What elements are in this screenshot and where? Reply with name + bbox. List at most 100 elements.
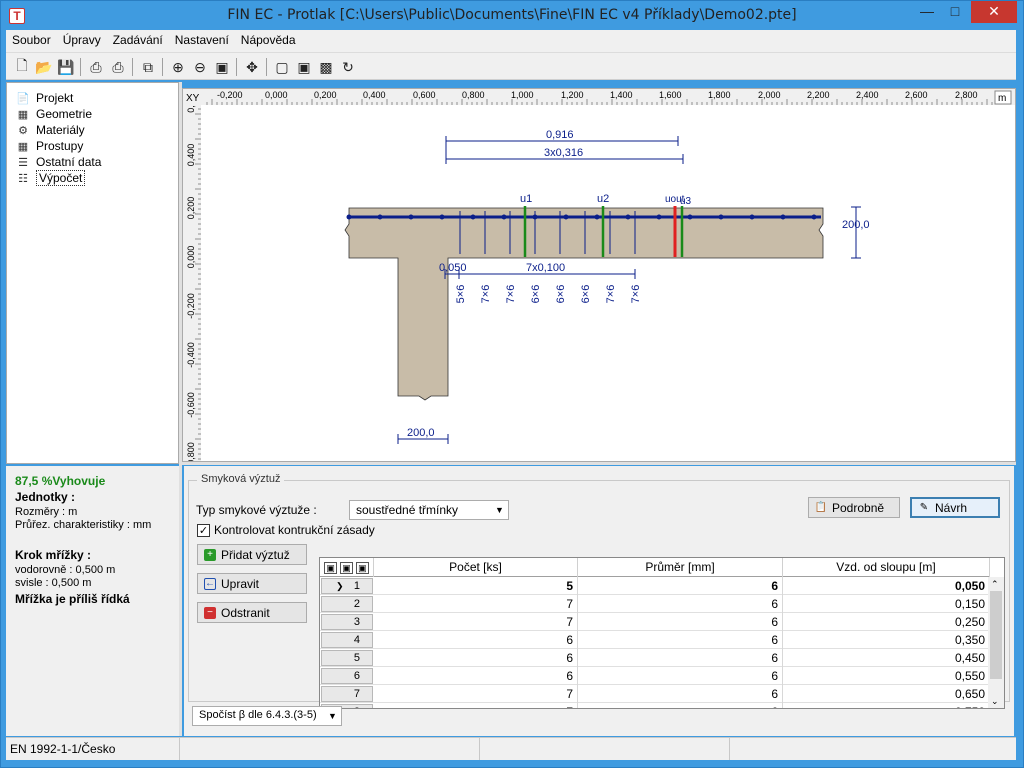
cell-count[interactable]: 7 [374, 703, 578, 708]
dim-top1: 0,916 [546, 129, 574, 141]
cell-diameter[interactable]: 6 [578, 649, 783, 667]
table-row[interactable]: 2 7 6 0,150 [320, 595, 990, 613]
row-header[interactable]: 4 [321, 632, 373, 648]
cell-count[interactable]: 5 [374, 577, 578, 595]
add-icon: + [204, 548, 216, 561]
nav-materialy[interactable]: ⚙ Materiály [15, 122, 85, 138]
table-row[interactable]: 4 6 6 0,350 [320, 631, 990, 649]
row-header[interactable]: 2 [321, 596, 373, 612]
row-header[interactable]: ❯ 1 [321, 578, 373, 594]
zoom-window-icon[interactable]: ▣ [212, 57, 232, 77]
scroll-down-icon[interactable]: ⌄ [991, 696, 999, 707]
full-view-icon[interactable]: ▩ [316, 57, 336, 77]
design-button[interactable]: ✎ Návrh [910, 497, 1000, 518]
cell-distance[interactable]: 0,650 [783, 685, 990, 703]
details-button[interactable]: 📋 Podrobně [808, 497, 900, 518]
nav-prostupy[interactable]: ▦ Prostupy [15, 138, 84, 154]
cell-diameter[interactable]: 6 [578, 577, 783, 595]
scroll-up-icon[interactable]: ⌃ [991, 579, 999, 590]
table-row[interactable]: 7 7 6 0,650 [320, 685, 990, 703]
table-row[interactable]: 5 6 6 0,450 [320, 649, 990, 667]
check-rules[interactable]: ✓ Kontrolovat kontrukční zásady [197, 523, 375, 537]
row-header[interactable]: 5 [321, 650, 373, 666]
close-button[interactable]: ✕ [971, 1, 1017, 23]
zoom-in-icon[interactable]: ⊕ [168, 57, 188, 77]
pan-icon[interactable]: ✥ [242, 57, 262, 77]
grid-vertical: svisle : 0,500 m [15, 577, 92, 589]
menu-nastaveni[interactable]: Nastavení [169, 30, 235, 47]
menu-upravy[interactable]: Úpravy [57, 30, 107, 47]
nav-projekt[interactable]: 📄 Projekt [15, 90, 73, 106]
cell-diameter[interactable]: 6 [578, 631, 783, 649]
nav-ostatni-data[interactable]: ☰ Ostatní data [15, 154, 101, 170]
cell-distance[interactable]: 0,350 [783, 631, 990, 649]
header-diameter[interactable]: Průměr [mm] [578, 558, 783, 577]
y-tick-label: -0,400 [186, 342, 196, 368]
cell-distance[interactable]: 0,050 [783, 577, 990, 595]
new-icon[interactable]: 🗋 [12, 57, 32, 77]
print-icon[interactable]: ⎙ [86, 57, 106, 77]
horizontal-splitter[interactable] [182, 462, 1016, 465]
cell-diameter[interactable]: 6 [578, 685, 783, 703]
table-row[interactable]: 6 6 6 0,550 [320, 667, 990, 685]
cell-distance[interactable]: 0,450 [783, 649, 990, 667]
cell-distance[interactable]: 0,250 [783, 613, 990, 631]
edit-label: Upravit [221, 576, 260, 591]
dim-right: 200,0 [842, 219, 870, 231]
cell-diameter[interactable]: 6 [578, 667, 783, 685]
edit-button[interactable]: ← Upravit [197, 573, 307, 594]
fit-frame-icon[interactable]: ▣ [294, 57, 314, 77]
menu-zadavani[interactable]: Zadávání [107, 30, 169, 47]
scroll-thumb[interactable] [990, 591, 1002, 679]
header-distance[interactable]: Vzd. od sloupu [m] [783, 558, 990, 577]
cell-count[interactable]: 6 [374, 631, 578, 649]
cell-distance[interactable]: 0,750 [783, 703, 990, 708]
row-header[interactable]: 7 [321, 686, 373, 702]
design-label: Návrh [935, 500, 968, 515]
delete-button[interactable]: − Odstranit [197, 602, 307, 623]
maximize-button[interactable]: □ [941, 1, 969, 23]
nav-label: Projekt [36, 91, 74, 105]
cell-count[interactable]: 6 [374, 649, 578, 667]
table-row[interactable]: 3 7 6 0,250 [320, 613, 990, 631]
save-icon[interactable]: 💾 [56, 57, 76, 77]
table-row[interactable]: 8 760,750 [320, 703, 990, 708]
nav-vypocet[interactable]: ☷ Výpočet [15, 170, 86, 186]
add-reinforcement-button[interactable]: + Přidat výztuž [197, 544, 307, 565]
nav-geometrie[interactable]: ▦ Geometrie [15, 106, 92, 122]
zoom-out-icon[interactable]: ⊖ [190, 57, 210, 77]
cell-count[interactable]: 7 [374, 685, 578, 703]
redraw-icon[interactable]: ↻ [338, 57, 358, 77]
x-tick-label: 0,800 [462, 90, 485, 100]
table-scrollbar[interactable]: ⌃ ⌄ [988, 577, 1004, 708]
cell-diameter[interactable]: 6 [578, 613, 783, 631]
print-preview-icon[interactable]: ⎙ [108, 57, 128, 77]
menu-napoveda[interactable]: Nápověda [235, 30, 302, 47]
copy-icon[interactable]: ⧉ [138, 57, 158, 77]
shear-reinforcement-group: Smyková výztuž Typ smykové výztuže : sou… [188, 473, 1010, 709]
table-icon[interactable]: ▣ [324, 562, 337, 574]
axis-icon: XY [186, 93, 200, 104]
row-header[interactable]: 3 [321, 614, 373, 630]
cell-count[interactable]: 6 [374, 667, 578, 685]
rebar-dot [625, 214, 631, 220]
table-row[interactable]: ❯ 1 5 6 0,050 [320, 577, 990, 595]
header-count[interactable]: Počet [ks] [374, 558, 578, 577]
reinforcement-type-select[interactable]: soustředné třmínky ▼ [349, 500, 509, 520]
cell-diameter[interactable]: 6 [578, 595, 783, 613]
cell-count[interactable]: 7 [374, 613, 578, 631]
cell-distance[interactable]: 0,150 [783, 595, 990, 613]
drawing-canvas[interactable]: XY -0,200 0,000 0,200 0,400 0,600 0,800 1,000 1… [182, 88, 1016, 462]
select-frame-icon[interactable]: ▢ [272, 57, 292, 77]
open-icon[interactable]: 📂 [34, 57, 54, 77]
row-header[interactable]: 6 [321, 668, 373, 684]
beta-select[interactable]: Spočíst β dle 6.4.3.(3-5) ▼ [192, 706, 342, 726]
menu-soubor[interactable]: Soubor [6, 30, 57, 47]
minimize-button[interactable]: — [913, 1, 941, 23]
cell-count[interactable]: 7 [374, 595, 578, 613]
table-icon[interactable]: ▣ [340, 562, 353, 574]
cell-distance[interactable]: 0,550 [783, 667, 990, 685]
cell-diameter[interactable]: 6 [578, 703, 783, 708]
table-icon[interactable]: ▣ [356, 562, 369, 574]
checkbox-icon[interactable]: ✓ [197, 523, 210, 537]
